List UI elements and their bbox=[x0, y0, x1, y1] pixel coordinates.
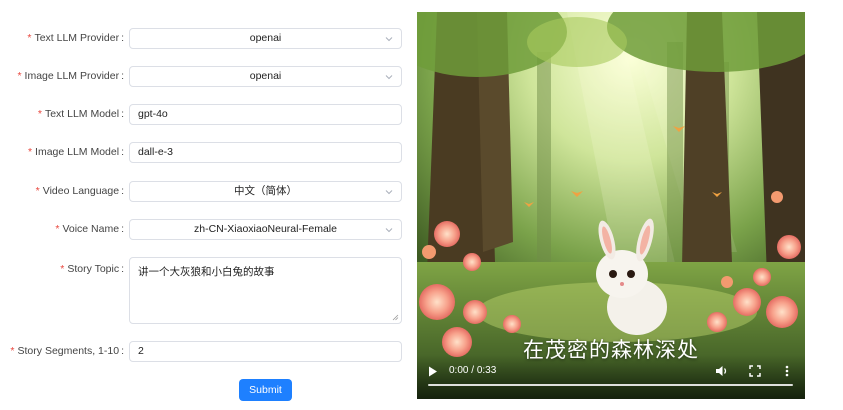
required-mark: * bbox=[10, 345, 15, 357]
input-value: 2 bbox=[138, 345, 144, 357]
form-row-voice-name: * Voice Name: zh-CN-XiaoxiaoNeural-Female bbox=[0, 219, 410, 241]
text-llm-provider-select[interactable]: openai bbox=[129, 28, 402, 49]
form-row-video-language: * Video Language: 中文（简体） bbox=[0, 181, 410, 203]
chevron-down-icon bbox=[385, 37, 393, 42]
play-icon[interactable] bbox=[428, 366, 438, 377]
fullscreen-icon[interactable] bbox=[749, 365, 761, 377]
required-mark: * bbox=[27, 32, 32, 44]
submit-button[interactable]: Submit bbox=[239, 379, 292, 401]
image-llm-model-label: * Image LLM Model: bbox=[27, 146, 124, 158]
more-options-icon[interactable] bbox=[785, 365, 789, 377]
duration: 0:33 bbox=[476, 365, 497, 376]
image-llm-provider-select[interactable]: openai bbox=[129, 66, 402, 87]
form-row-text-llm-model: * Text LLM Model: gpt-4o bbox=[0, 104, 410, 126]
text-llm-model-input[interactable]: gpt-4o bbox=[129, 104, 402, 125]
input-value: gpt-4o bbox=[138, 108, 168, 120]
video-player[interactable]: 在茂密的森林深处 0:00 / 0:33 bbox=[417, 12, 805, 399]
text-llm-model-label: * Text LLM Model: bbox=[37, 108, 124, 120]
select-value: openai bbox=[249, 70, 282, 82]
select-value: zh-CN-XiaoxiaoNeural-Female bbox=[194, 223, 337, 235]
chevron-down-icon bbox=[385, 190, 393, 195]
chevron-down-icon bbox=[385, 228, 393, 233]
voice-name-label: * Voice Name: bbox=[55, 223, 124, 235]
select-value: 中文（简体） bbox=[234, 185, 297, 197]
current-time: 0:00 bbox=[449, 365, 469, 376]
form-row-image-llm-model: * Image LLM Model: dall-e-3 bbox=[0, 142, 410, 164]
resize-grip-icon[interactable] bbox=[392, 314, 399, 321]
story-topic-label: * Story Topic: bbox=[60, 263, 124, 275]
chevron-down-icon bbox=[385, 75, 393, 80]
story-segments-label: * Story Segments, 1-10: bbox=[10, 345, 124, 357]
form-row-image-llm-provider: * Image LLM Provider: openai bbox=[0, 66, 410, 88]
required-mark: * bbox=[37, 108, 42, 120]
form-row-story-topic: * Story Topic: 讲一个大灰狼和小白兔的故事 bbox=[0, 257, 410, 325]
required-mark: * bbox=[27, 146, 33, 158]
textarea-value: 讲一个大灰狼和小白兔的故事 bbox=[138, 266, 275, 278]
video-language-label: * Video Language: bbox=[35, 185, 124, 197]
volume-icon[interactable] bbox=[715, 365, 728, 377]
story-topic-textarea[interactable]: 讲一个大灰狼和小白兔的故事 bbox=[129, 257, 402, 324]
required-mark: * bbox=[60, 263, 65, 275]
required-mark: * bbox=[17, 70, 22, 82]
text-llm-provider-label: * Text LLM Provider: bbox=[27, 32, 124, 44]
form-row-text-llm-provider: * Text LLM Provider: openai bbox=[0, 28, 410, 50]
select-value: openai bbox=[249, 32, 282, 44]
video-progress-bar[interactable] bbox=[428, 384, 793, 386]
video-language-select[interactable]: 中文（简体） bbox=[129, 181, 402, 202]
required-mark: * bbox=[55, 223, 60, 235]
input-value: dall-e-3 bbox=[138, 146, 174, 158]
story-segments-input[interactable]: 2 bbox=[129, 341, 402, 362]
form-row-story-segments: * Story Segments, 1-10: 2 bbox=[0, 341, 410, 363]
image-llm-model-input[interactable]: dall-e-3 bbox=[129, 142, 402, 163]
voice-name-select[interactable]: zh-CN-XiaoxiaoNeural-Female bbox=[129, 219, 402, 240]
required-mark: * bbox=[35, 185, 40, 197]
image-llm-provider-label: * Image LLM Provider: bbox=[17, 70, 124, 82]
video-time: 0:00 / 0:33 bbox=[449, 365, 497, 376]
video-controls: 0:00 / 0:33 bbox=[417, 355, 805, 399]
